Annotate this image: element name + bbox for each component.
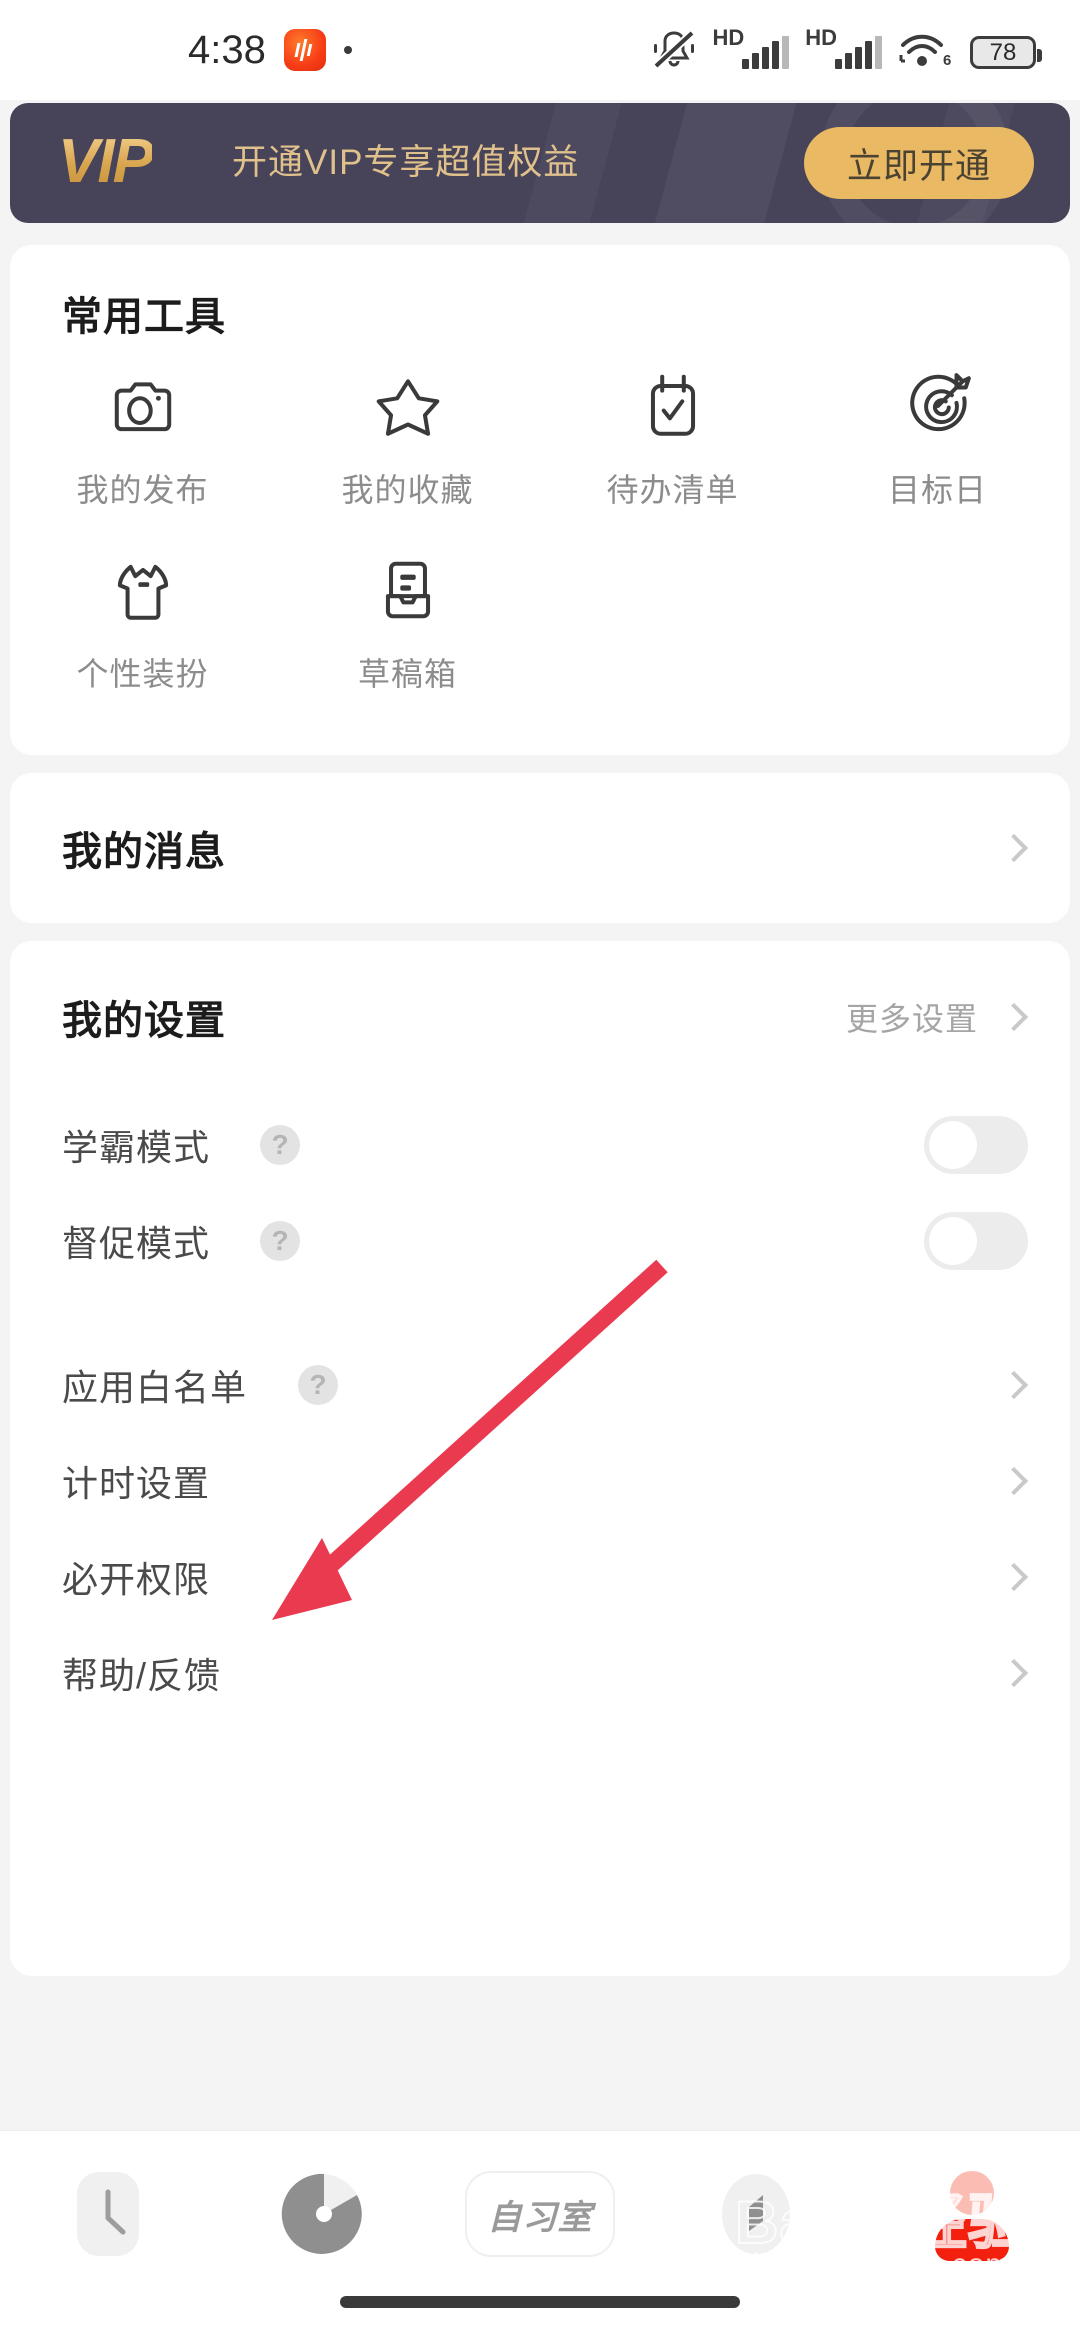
settings-row-label: 应用白名单 (62, 1367, 248, 1408)
common-tools-title: 常用工具 (62, 295, 226, 339)
tshirt-icon (106, 553, 180, 627)
battery-icon: 78 (970, 36, 1042, 69)
status-bar-right: HD HD 6 78 (652, 27, 1042, 69)
toggle-switch[interactable] (924, 1116, 1028, 1174)
avatar-body (935, 2219, 1009, 2261)
wifi-icon: 6 (899, 34, 951, 69)
notification-dot-icon (343, 46, 352, 54)
camera-icon (106, 369, 180, 443)
target-dart-icon (901, 369, 975, 443)
toggle-switch[interactable] (924, 1212, 1028, 1270)
vip-subscribe-button[interactable]: 立即开通 (804, 127, 1034, 199)
tool-my-favorites[interactable]: 我的收藏 (275, 369, 540, 511)
star-icon (371, 369, 445, 443)
chevron-right-icon (999, 1562, 1029, 1592)
settings-header-row[interactable]: 我的设置 更多设置 (10, 969, 1070, 1065)
battery-level: 78 (989, 38, 1017, 66)
sim1-hd-label: HD (712, 25, 745, 50)
settings-row-label: 必开权限 (62, 1559, 211, 1600)
chevron-right-icon (999, 833, 1029, 863)
sim1-signal: HD (712, 27, 790, 69)
study-room-pill[interactable]: 自习室 (465, 2171, 615, 2257)
tool-personal-outfit[interactable]: 个性装扮 (10, 553, 275, 695)
tool-label: 草稿箱 (357, 656, 457, 692)
settings-row-help-feedback[interactable]: 帮助/反馈 (10, 1625, 1070, 1721)
svg-text:6: 6 (943, 52, 951, 69)
nav-item-discover[interactable] (648, 2169, 864, 2259)
settings-row-required-permissions[interactable]: 必开权限 (10, 1529, 1070, 1625)
settings-row-timer-settings[interactable]: 计时设置 (10, 1433, 1070, 1529)
signal-bars-icon (742, 36, 790, 69)
nav-item-profile[interactable] (864, 2171, 1080, 2261)
settings-row-label: 计时设置 (62, 1463, 211, 1504)
tool-target-day[interactable]: 目标日 (805, 369, 1070, 511)
sim2-hd-label: HD (805, 25, 837, 50)
profile-avatar-icon[interactable] (931, 2171, 1013, 2261)
tool-label: 我的收藏 (341, 472, 474, 508)
checklist-calendar-icon (636, 369, 710, 443)
more-settings-label[interactable]: 更多设置 (846, 994, 978, 1040)
sound-wave-app-icon (283, 29, 326, 71)
my-settings-title: 我的设置 (62, 999, 226, 1043)
help-icon[interactable]: ? (260, 1125, 300, 1165)
nav-item-study-room[interactable]: 自习室 (432, 2171, 648, 2257)
sim2-signal: HD (805, 27, 882, 69)
tool-todo-list[interactable]: 待办清单 (540, 369, 805, 511)
tool-my-posts[interactable]: 我的发布 (10, 369, 275, 511)
pie-chart-icon (281, 2173, 362, 2254)
my-messages-label: 我的消息 (62, 830, 226, 874)
vip-logo: VIP (58, 127, 154, 196)
tool-drafts[interactable]: 草稿箱 (275, 553, 540, 695)
home-indicator[interactable] (340, 2296, 740, 2308)
nav-item-clock[interactable] (0, 2166, 216, 2262)
settings-row-supervise-mode[interactable]: 督促模式 ? (10, 1193, 1070, 1289)
status-bar-clock: 4:38 (188, 27, 266, 72)
status-bar-left: 4:38 (188, 28, 352, 73)
bell-mute-icon (653, 31, 696, 69)
chevron-right-icon (999, 1002, 1029, 1032)
nav-item-statistics[interactable] (216, 2169, 432, 2259)
tool-label: 我的发布 (76, 472, 209, 508)
common-tools-grid: 我的发布 我的收藏 待办清单 目标日 个性装扮 草稿箱 (10, 369, 1070, 695)
settings-row-label: 督促模式 (62, 1223, 211, 1264)
chevron-right-icon (999, 1658, 1029, 1688)
my-messages-row[interactable]: 我的消息 (10, 800, 1070, 896)
bottom-navigation-bar: 自习室 (0, 2130, 1080, 2340)
vip-banner[interactable]: VIP 开通VIP专享超值权益 立即开通 (10, 103, 1070, 223)
settings-row-app-whitelist[interactable]: 应用白名单 ? (10, 1337, 1070, 1433)
common-tools-card: 常用工具 我的发布 我的收藏 待办清单 目标日 个性装扮 草稿箱 (10, 245, 1070, 755)
tool-label: 待办清单 (606, 472, 739, 508)
settings-row-label: 学霸模式 (62, 1127, 211, 1168)
chevron-right-icon (999, 1370, 1029, 1400)
my-settings-card: 我的设置 更多设置 学霸模式 ? 督促模式 ? 应用白名单 ? 计时设置 必开权… (10, 941, 1070, 1976)
draft-box-icon (371, 553, 445, 627)
tool-label: 个性装扮 (76, 656, 209, 692)
chevron-right-icon (999, 1466, 1029, 1496)
settings-row-label: 帮助/反馈 (62, 1655, 222, 1696)
clock-icon (77, 2172, 139, 2256)
tool-label: 目标日 (887, 472, 987, 508)
settings-row-study-mode[interactable]: 学霸模式 ? (10, 1097, 1070, 1193)
help-icon[interactable]: ? (260, 1221, 300, 1261)
my-messages-card[interactable]: 我的消息 (10, 773, 1070, 923)
compass-icon (722, 2174, 790, 2254)
avatar-head (950, 2171, 994, 2215)
status-bar: 4:38 HD HD 6 78 (0, 0, 1080, 100)
vip-banner-text: 开通VIP专享超值权益 (232, 143, 580, 182)
help-icon[interactable]: ? (298, 1365, 338, 1405)
signal-bars-icon (835, 36, 882, 69)
